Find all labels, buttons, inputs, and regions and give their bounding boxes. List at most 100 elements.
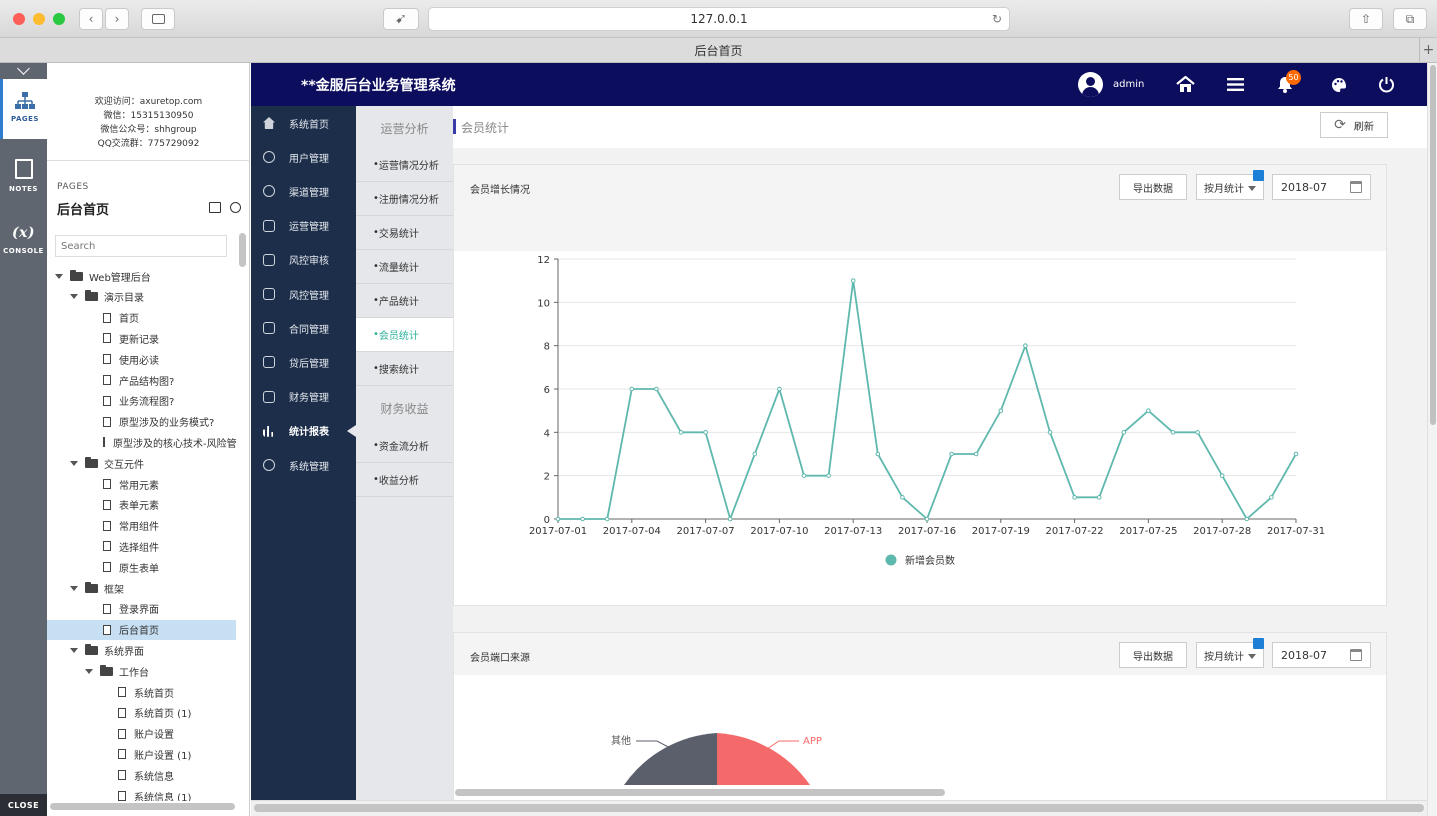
subnav-item[interactable]: • 运营情况分析 [356,148,453,182]
subnav-group-operations[interactable]: 运营分析 [356,108,453,148]
data-point[interactable] [850,278,856,283]
data-point[interactable] [654,386,659,392]
console-tab[interactable]: (x) CONSOLE [0,225,47,265]
tab-title[interactable]: 后台首页 [694,42,742,59]
collapse-toggle[interactable] [0,62,47,79]
caret-down-icon[interactable] [55,273,63,279]
tree-page[interactable]: 系统首页 (1) [47,703,236,723]
tree-folder[interactable]: 系统界面 [47,640,236,660]
tree-page[interactable]: 常用元素 [47,474,236,494]
nav-item[interactable]: 渠道管理 [251,174,356,208]
nav-item[interactable]: 系统首页 [251,106,356,140]
data-point[interactable] [949,451,954,457]
search-pages-icon[interactable] [230,202,241,213]
tabs-overview-button[interactable]: ⧉ [1393,8,1427,30]
subnav-item[interactable]: • 交易统计 [356,216,453,250]
tree-page[interactable]: 更新记录 [47,328,236,348]
open-external-icon[interactable] [209,202,221,213]
palette-icon[interactable] [1331,77,1347,93]
tree-page[interactable]: 首页 [47,308,236,328]
tree-page[interactable]: 原生表单 [47,557,236,577]
data-point[interactable] [924,516,930,522]
avatar[interactable] [1078,72,1103,97]
subnav-item[interactable]: • 注册情况分析 [356,182,453,216]
data-point[interactable] [900,495,905,500]
data-point[interactable] [973,451,979,457]
legend-label[interactable]: 新增会员数 [905,554,955,567]
tree-hscrollbar[interactable] [50,803,235,810]
tree-page[interactable]: 账户设置 [47,724,236,744]
data-point[interactable] [555,516,561,522]
tree-page[interactable]: 账户设置 (1) [47,744,236,764]
month-date-input[interactable]: 2018-07 [1272,174,1371,200]
data-point[interactable] [1269,495,1274,500]
nav-item[interactable]: 贷后管理 [251,345,356,379]
tree-scrollbar[interactable] [239,233,246,267]
tree-folder[interactable]: Web管理后台 [47,266,236,286]
tree-folder[interactable]: 演示目录 [47,287,236,307]
notes-tab[interactable]: NOTES [0,159,47,199]
data-point[interactable] [752,451,758,457]
data-point[interactable] [727,516,733,522]
caret-down-icon[interactable] [70,460,78,466]
menu-icon[interactable] [1227,77,1244,92]
refresh-button[interactable]: ⟳ 刷新 [1320,112,1388,138]
data-point[interactable] [1170,430,1176,435]
tree-page[interactable]: 使用必读 [47,349,236,369]
data-point[interactable] [1244,516,1250,522]
tree-page[interactable]: 选择组件 [47,536,236,556]
subnav-item[interactable]: • 收益分析 [356,463,453,497]
period-select[interactable]: 按月统计 [1196,170,1264,200]
data-point[interactable] [1047,430,1053,435]
tree-page[interactable]: 产品结构图? [47,370,236,390]
caret-down-icon[interactable] [85,668,93,674]
sidebar-toggle-button[interactable] [141,8,175,30]
forward-button[interactable]: › [105,8,129,30]
pages-tab[interactable]: PAGES [0,79,47,139]
data-point[interactable] [580,516,585,522]
tree-page[interactable]: 原型涉及的业务模式? [47,412,236,432]
data-point[interactable] [777,386,782,392]
reload-icon[interactable]: ↻ [992,12,1002,26]
data-point[interactable] [678,430,684,435]
share-button[interactable]: ⇧ [1349,8,1383,30]
share-site-button[interactable]: ➹ [383,8,419,30]
data-point[interactable] [1023,343,1028,348]
tree-folder[interactable]: 工作台 [47,661,236,681]
month-date-input[interactable]: 2018-07 [1272,642,1371,668]
nav-item[interactable]: 合同管理 [251,311,356,345]
back-button[interactable]: ‹ [79,8,103,30]
inner-hscroll-thumb[interactable] [455,789,945,796]
nav-item[interactable]: 运营管理 [251,209,356,243]
nav-item[interactable]: 统计报表 [251,414,356,448]
search-input[interactable] [55,235,227,257]
subnav-item[interactable]: • 产品统计 [356,284,453,318]
subnav-item[interactable]: • 会员统计 [356,318,453,352]
subnav-item[interactable]: • 流量统计 [356,250,453,284]
subnav-item[interactable]: • 资金流分析 [356,429,453,463]
data-point[interactable] [1146,408,1151,413]
outer-hscroll-thumb[interactable] [254,804,1424,812]
tree-page[interactable]: 登录界面 [47,599,236,619]
subnav-item[interactable]: • 搜索统计 [356,352,453,386]
data-point[interactable] [826,473,831,478]
data-point[interactable] [1195,430,1200,435]
tree-folder[interactable]: 交互元件 [47,453,236,473]
nav-item[interactable]: 用户管理 [251,140,356,174]
caret-down-icon[interactable] [70,585,78,591]
tree-folder[interactable]: 框架 [47,578,236,598]
data-point[interactable] [1096,495,1102,500]
data-point[interactable] [1293,451,1299,457]
nav-item[interactable]: 风控审核 [251,243,356,277]
username[interactable]: admin [1113,79,1144,90]
address-bar[interactable]: 127.0.0.1 ↻ [428,7,1010,31]
nav-item[interactable]: 财务管理 [251,380,356,414]
data-point[interactable] [998,408,1004,413]
tree-page[interactable]: 系统信息 (1) [47,786,236,801]
nav-item[interactable]: 系统管理 [251,448,356,482]
data-point[interactable] [1072,495,1077,500]
zoom-window-button[interactable] [53,13,65,25]
data-point[interactable] [604,516,610,522]
legend-marker[interactable] [885,554,897,566]
close-window-button[interactable] [13,13,25,25]
